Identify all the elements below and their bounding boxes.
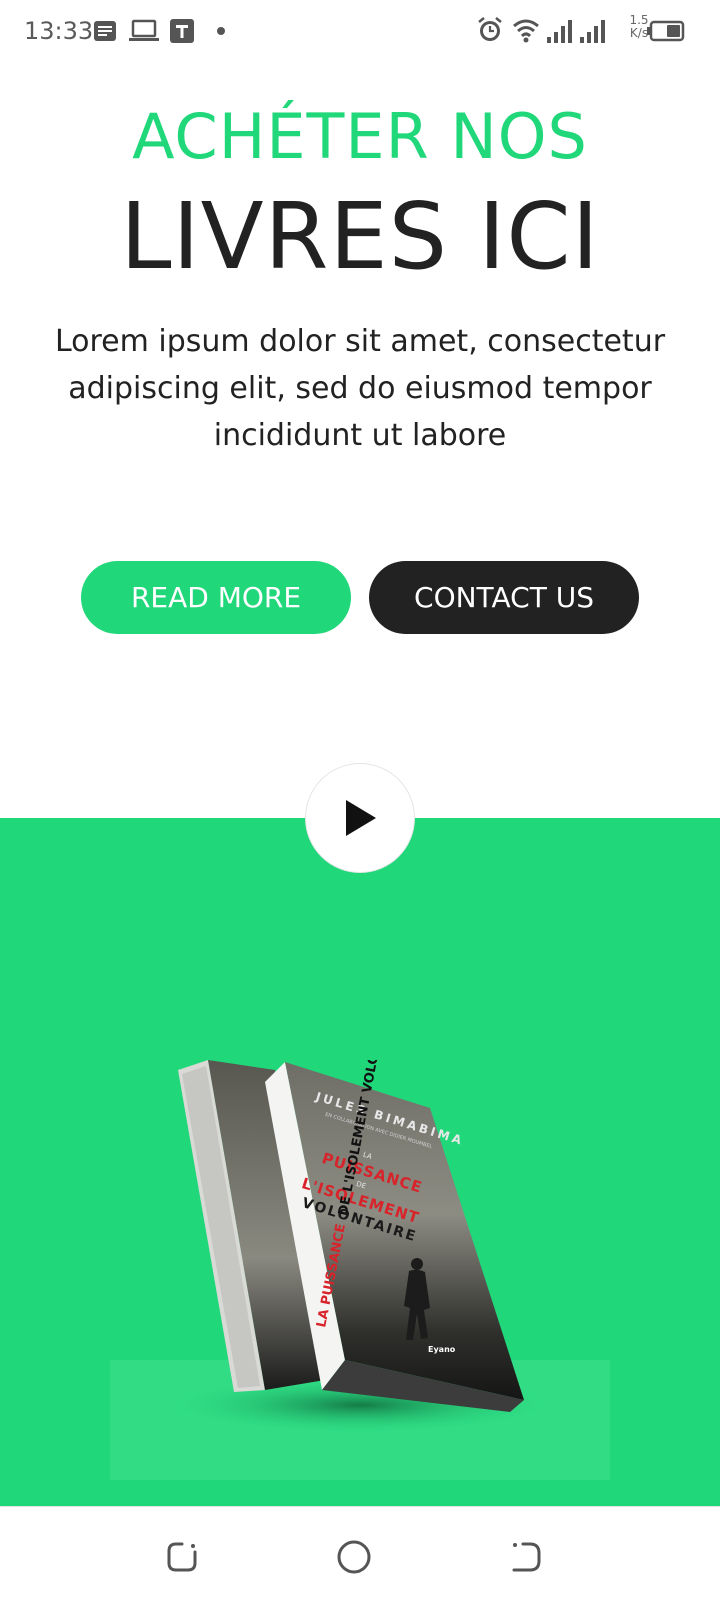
navigation-bar: [0, 1506, 720, 1601]
t-app-icon: [170, 19, 194, 43]
wifi-icon: [513, 19, 539, 43]
signal-icon: [547, 20, 572, 43]
play-video-button[interactable]: [305, 763, 415, 873]
signal-icon: [580, 20, 605, 43]
back-icon[interactable]: [506, 1537, 546, 1577]
play-icon: [346, 800, 376, 836]
alarm-icon: [478, 17, 502, 41]
status-bar: 13:33 1.5 K/s: [0, 0, 720, 64]
status-time: 13:33: [24, 17, 94, 45]
notes-icon: [94, 21, 116, 41]
hero-title-line2: LIVRES ICI: [120, 183, 600, 290]
book-image: JULES BIMABIMA EN COLLABORATION AVEC DID…: [110, 1001, 610, 1480]
book-mockup: JULES BIMABIMA EN COLLABORATION AVEC DID…: [110, 1001, 610, 1480]
dot-icon: [217, 27, 225, 35]
hero-title-line1: ACHÉTER NOS: [132, 100, 588, 173]
recent-apps-icon[interactable]: [162, 1537, 202, 1577]
read-more-button[interactable]: READ MORE: [81, 561, 351, 634]
laptop-icon: [129, 19, 159, 41]
contact-us-button[interactable]: CONTACT US: [369, 561, 639, 634]
book-publisher: Eyano: [428, 1345, 456, 1354]
home-icon[interactable]: [334, 1537, 374, 1577]
hero-description: Lorem ipsum dolor sit amet, consectetur …: [54, 324, 666, 453]
battery-icon: [647, 20, 685, 42]
